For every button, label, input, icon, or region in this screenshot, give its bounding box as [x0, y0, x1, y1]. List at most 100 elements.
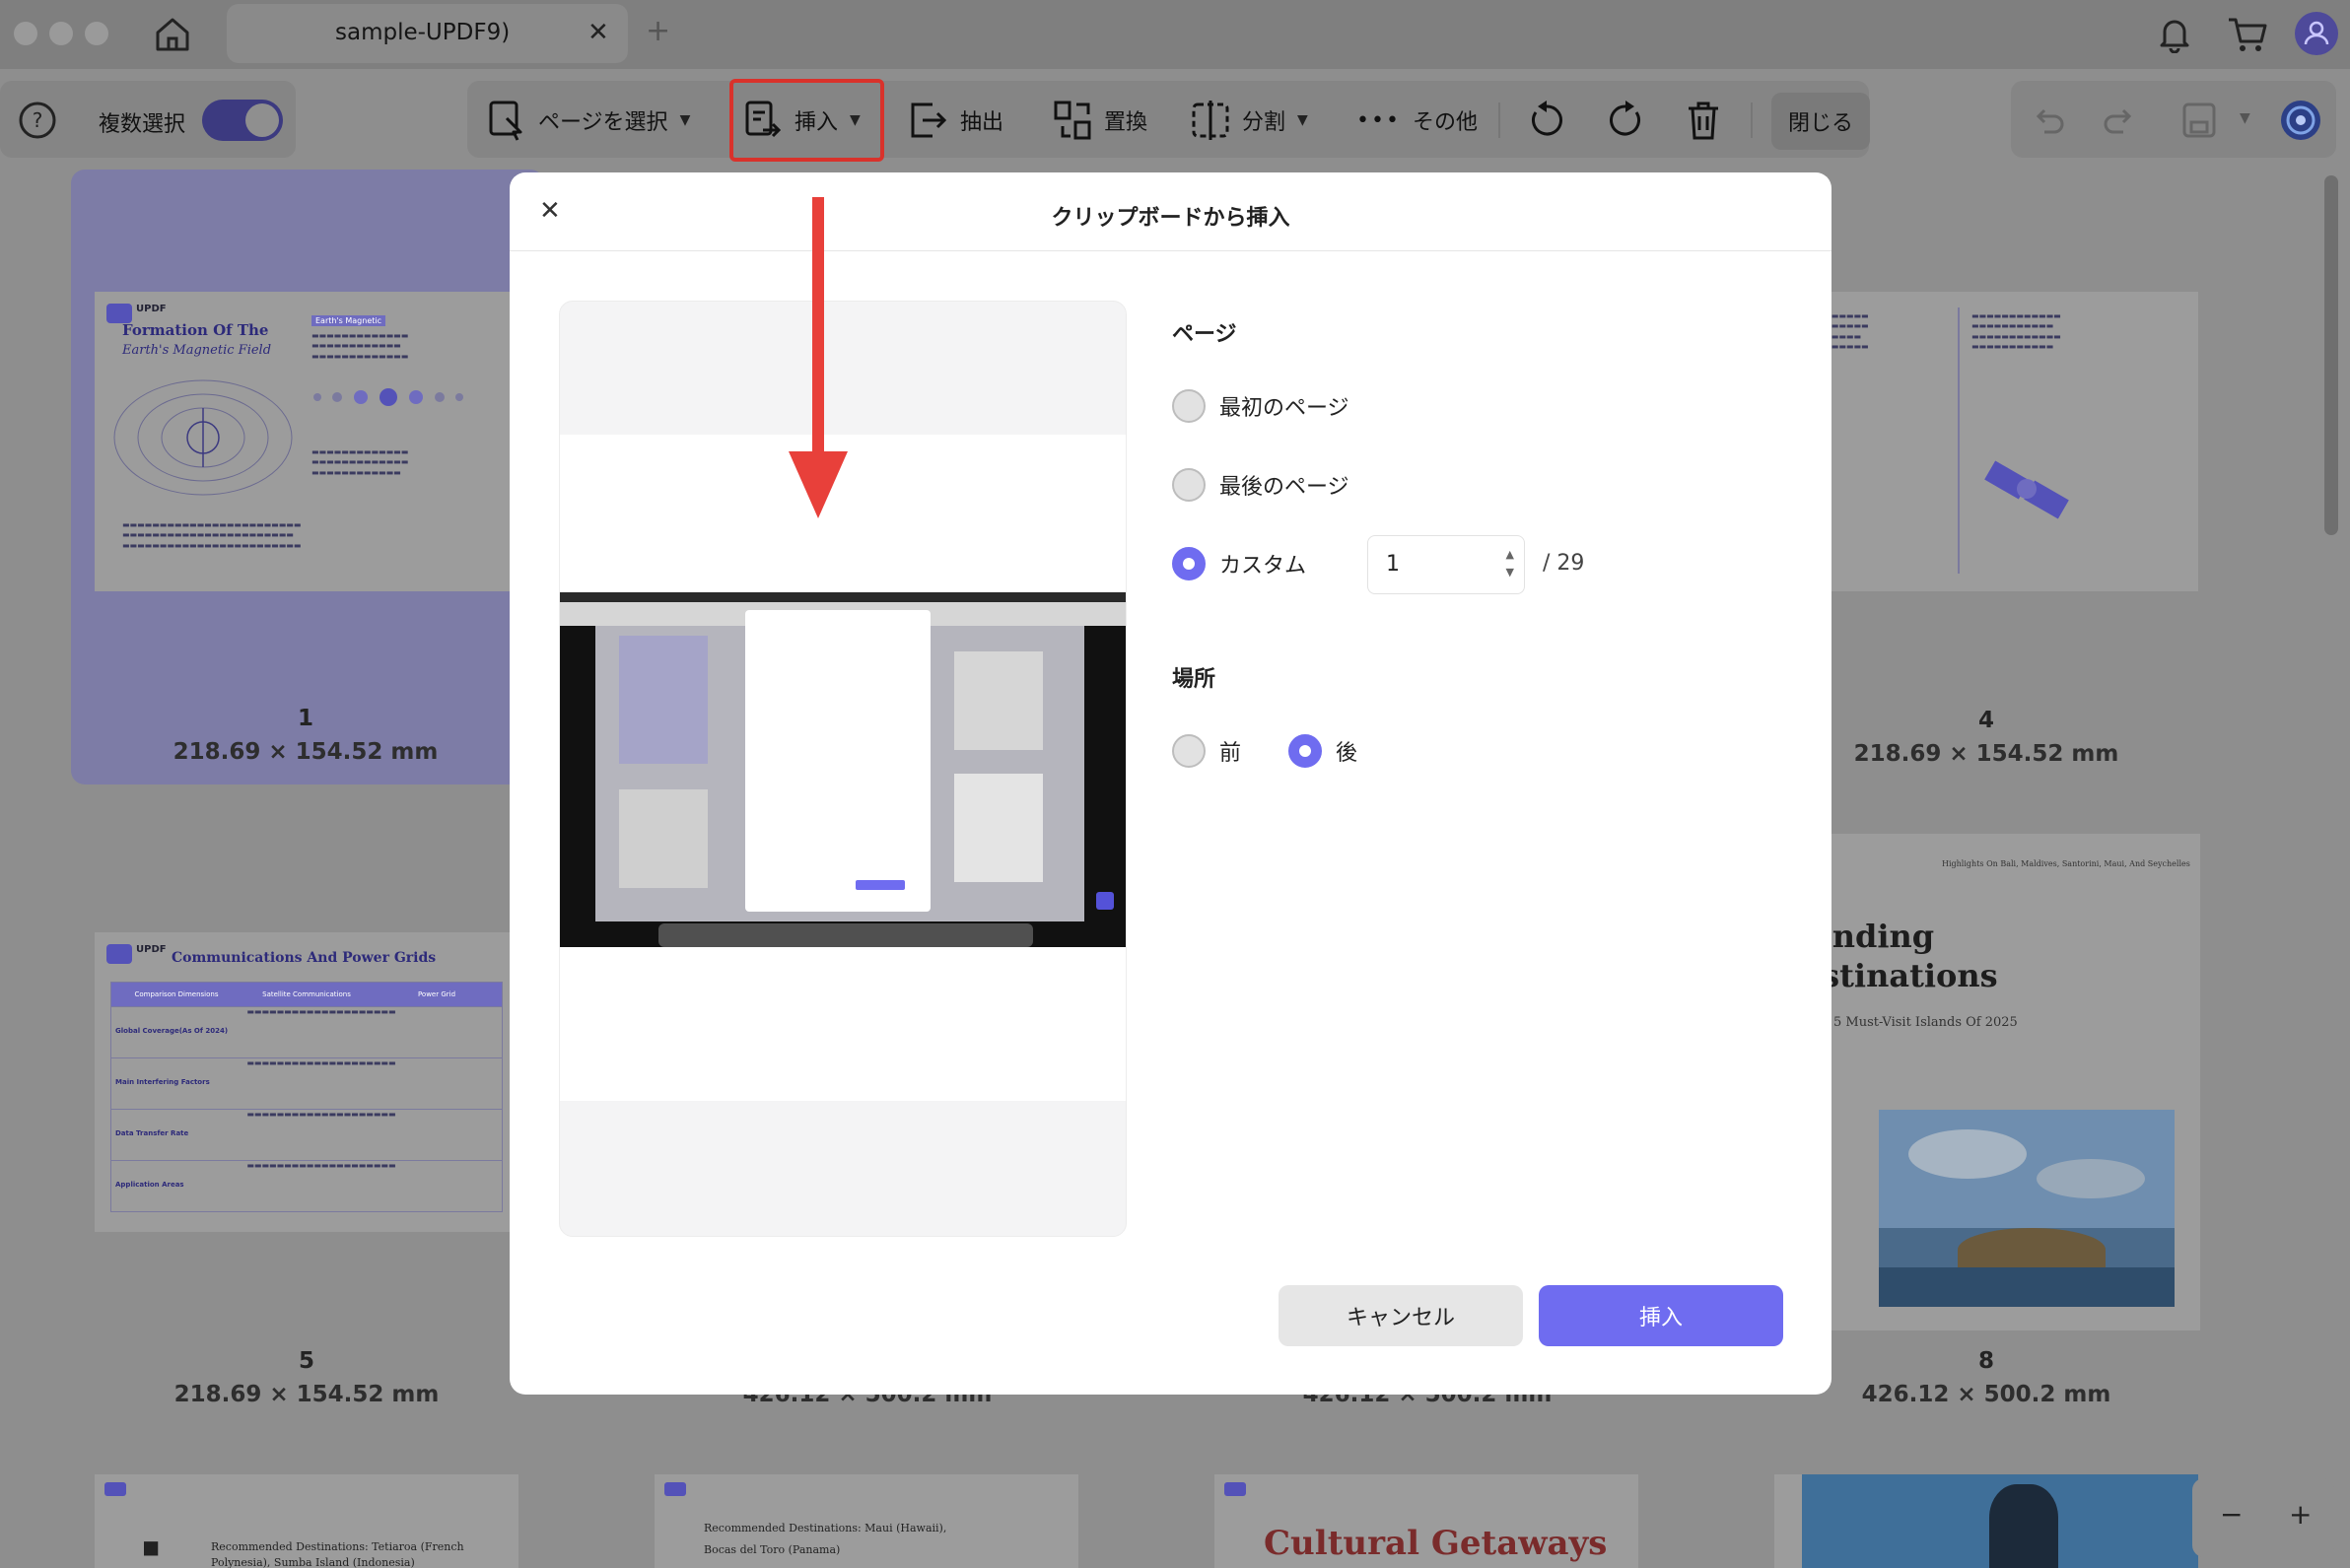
- document-tab[interactable]: sample-UPDF9) ✕: [227, 4, 628, 63]
- split-icon: [1192, 101, 1229, 140]
- select-pages-button[interactable]: ページを選択 ▼: [487, 99, 690, 142]
- brand-label: UPDF: [136, 944, 167, 955]
- page-size: 218.69 × 154.52 mm: [1853, 741, 2119, 767]
- new-tab-icon[interactable]: +: [646, 14, 670, 48]
- page-thumbnail-4[interactable]: ▬▬▬▬▬▬▬▬▬▬▬▬ ▬▬▬▬▬▬▬▬▬▬▬ ▬▬▬▬▬▬▬▬▬▬▬▬ ▬▬▬▬ …: [1774, 292, 2198, 591]
- zoom-in-button[interactable]: +: [2289, 1498, 2312, 1531]
- island-photo: [1879, 1110, 2175, 1307]
- replace-button[interactable]: 置換: [1053, 99, 1147, 142]
- page-heading: Communications And Power Grids: [172, 950, 437, 966]
- last-page-option[interactable]: 最後のページ: [1172, 468, 1349, 502]
- zoom-control: − +: [2192, 1478, 2334, 1557]
- custom-label: カスタム: [1219, 554, 1307, 579]
- close-organize-button[interactable]: 閉じる: [1771, 93, 1870, 150]
- page-thumbnail-12[interactable]: [1774, 1474, 2198, 1568]
- before-label: 前: [1219, 741, 1242, 766]
- help-icon[interactable]: ?: [18, 101, 57, 140]
- paragraph-block: ▬▬▬▬▬▬▬▬▬▬▬▬▬▬▬▬▬▬▬▬▬▬▬▬▬▬▬▬▬▬▬▬▬▬▬▬▬▬: [311, 447, 409, 477]
- radio-button-selected[interactable]: [1288, 734, 1322, 768]
- trash-icon[interactable]: [1684, 99, 1723, 142]
- redo-icon[interactable]: [2102, 102, 2137, 138]
- page-stepper[interactable]: ▲ ▼: [1506, 546, 1514, 581]
- bell-icon[interactable]: [2155, 14, 2194, 53]
- cart-icon[interactable]: [2226, 14, 2269, 55]
- replace-label: 置換: [1104, 110, 1148, 135]
- after-option[interactable]: 後: [1288, 734, 1357, 768]
- page-number: 1: [297, 706, 313, 731]
- save-icon[interactable]: [2180, 101, 2218, 140]
- table-row: Data Transfer Rate: [115, 1129, 189, 1137]
- insert-confirm-button[interactable]: 挿入: [1539, 1285, 1783, 1346]
- updf-logo: [664, 1482, 686, 1496]
- avatar[interactable]: [2295, 12, 2338, 55]
- page-thumbnail-1[interactable]: UPDF Formation Of The Earth's Magnetic F…: [71, 170, 544, 784]
- page-size: 426.12 × 500.2 mm: [1861, 1382, 2111, 1407]
- page-subheading: Earth's Magnetic Field: [122, 343, 272, 358]
- table-row: Main Interfering Factors: [115, 1078, 210, 1086]
- tab-title: sample-UPDF9): [335, 20, 511, 45]
- custom-page-number-input[interactable]: 1 ▲ ▼: [1367, 535, 1525, 594]
- window-zoom-light[interactable]: [85, 22, 108, 45]
- brand-label: UPDF: [136, 304, 167, 314]
- after-label: 後: [1336, 741, 1358, 766]
- custom-page-option[interactable]: カスタム: [1172, 547, 1306, 580]
- magnetic-field-illustration: [113, 379, 293, 496]
- updf-logo: [106, 304, 132, 323]
- first-page-option[interactable]: 最初のページ: [1172, 389, 1349, 423]
- rotate-left-icon[interactable]: [1526, 99, 1567, 142]
- radio-button-selected[interactable]: [1172, 547, 1206, 580]
- home-icon[interactable]: [150, 12, 195, 57]
- tab-close-icon[interactable]: ✕: [588, 18, 609, 47]
- page-thumbnail-10[interactable]: Recommended Destinations: Maui (Hawaii),…: [655, 1474, 1078, 1568]
- planet-dots: [313, 388, 463, 406]
- page-size: 218.69 × 154.52 mm: [173, 739, 439, 765]
- page-number: 5: [298, 1348, 314, 1374]
- ai-assistant-icon[interactable]: [2279, 99, 2322, 142]
- first-page-label: 最初のページ: [1219, 396, 1349, 421]
- more-button[interactable]: ••• その他: [1356, 99, 1478, 142]
- window-minimize-light[interactable]: [49, 22, 73, 45]
- section-badge: Earth's Magnetic: [311, 315, 385, 326]
- table-row: Global Coverage(As Of 2024): [115, 1027, 229, 1035]
- page-subheading: 5 Must-Visit Islands Of 2025: [1833, 1015, 2018, 1030]
- total-pages-label: / 29: [1543, 551, 1585, 576]
- cancel-button[interactable]: キャンセル: [1279, 1285, 1523, 1346]
- page-number: 4: [1977, 708, 1994, 733]
- scrollbar[interactable]: [2324, 175, 2338, 535]
- radio-button[interactable]: [1172, 468, 1206, 502]
- extract-button[interactable]: 抽出: [905, 99, 1003, 142]
- page-number: 8: [1977, 1348, 1994, 1374]
- multi-select-toggle[interactable]: [202, 100, 283, 141]
- window-close-light[interactable]: [14, 22, 37, 45]
- toolbar-divider: [1498, 102, 1500, 138]
- paragraph-block: ▬▬▬▬▬▬▬▬▬▬▬▬▬▬▬▬▬▬▬▬▬▬▬▬▬▬▬▬▬▬▬▬▬▬▬▬▬▬▬▬…: [122, 520, 302, 550]
- radio-button[interactable]: [1172, 389, 1206, 423]
- dialog-title: クリップボードから挿入: [1051, 206, 1290, 231]
- page-thumbnail-5[interactable]: UPDF Communications And Power Grids Comp…: [95, 932, 518, 1232]
- table-header: Comparison Dimensions: [134, 990, 219, 998]
- page-heading: Formation Of The: [122, 321, 269, 339]
- radio-button[interactable]: [1172, 734, 1206, 768]
- updf-logo: [104, 1482, 126, 1496]
- comparison-table: Comparison Dimensions Satellite Communic…: [110, 982, 503, 1212]
- zoom-out-button[interactable]: −: [2220, 1498, 2243, 1531]
- satellite-illustration: [1984, 460, 2069, 519]
- table-header: Satellite Communications: [262, 990, 351, 998]
- undo-icon[interactable]: [2031, 102, 2066, 138]
- svg-text:?: ?: [33, 108, 43, 132]
- rotate-right-icon[interactable]: [1605, 99, 1646, 142]
- table-row: Application Areas: [115, 1181, 184, 1189]
- chevron-down-icon[interactable]: ▼: [2240, 110, 2250, 126]
- split-button[interactable]: 分割 ▼: [1191, 99, 1308, 142]
- page-thumbnail-9[interactable]: ◼ Recommended Destinations: Tetiaroa (Fr…: [95, 1474, 518, 1568]
- page-thumbnail-11[interactable]: Cultural Getaways: [1214, 1474, 1638, 1568]
- location-section-label: 場所: [1172, 667, 1216, 692]
- paragraph-block: ▬▬▬▬▬▬▬▬▬▬▬▬▬▬▬▬▬▬▬▬▬▬▬▬▬▬▬▬▬▬▬▬▬▬▬▬▬▬▬▬…: [1971, 311, 2061, 352]
- page-kicker: Highlights On Bali, Maldives, Santorini,…: [1942, 859, 2190, 868]
- chevron-down-icon: ▼: [1297, 112, 1308, 128]
- page-thumbnail-8[interactable]: Highlights On Bali, Maldives, Santorini,…: [1774, 834, 2200, 1330]
- more-label: その他: [1412, 110, 1478, 135]
- more-dots-icon: •••: [1356, 107, 1401, 133]
- before-option[interactable]: 前: [1172, 734, 1241, 768]
- page-section-label: ページ: [1172, 322, 1237, 347]
